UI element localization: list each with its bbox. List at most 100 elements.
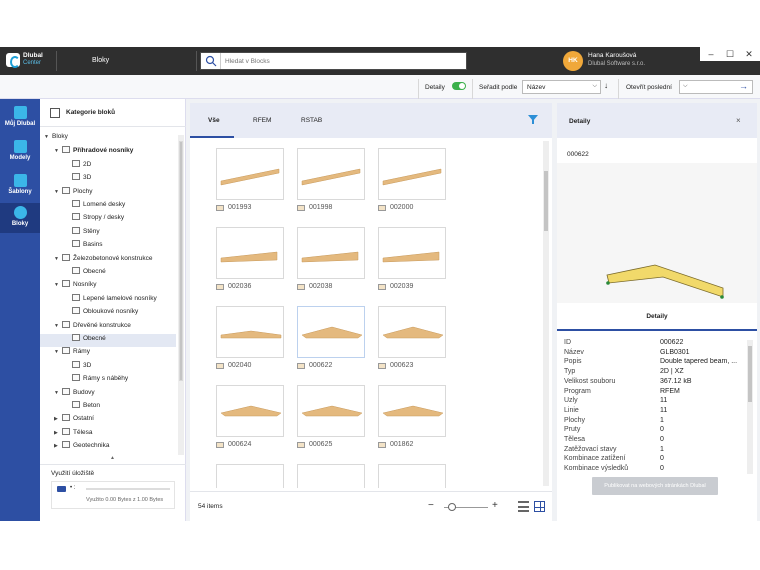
tree-node[interactable]: Basins bbox=[40, 240, 176, 253]
block-card[interactable]: 000624 bbox=[216, 385, 284, 451]
filter-icon[interactable] bbox=[528, 115, 538, 124]
block-card[interactable]: 002038 bbox=[297, 227, 365, 293]
tree-node[interactable]: 2D bbox=[40, 159, 176, 173]
caret-down-icon[interactable]: ▼ bbox=[54, 349, 62, 355]
block-card[interactable]: 002036 bbox=[216, 227, 284, 293]
block-card-partial[interactable] bbox=[297, 464, 365, 488]
block-thumbnail[interactable] bbox=[216, 306, 284, 358]
block-thumbnail[interactable] bbox=[297, 306, 365, 358]
search-button[interactable] bbox=[201, 53, 221, 69]
block-card[interactable]: 000622 bbox=[297, 306, 365, 372]
caret-down-icon[interactable]: ▼ bbox=[44, 134, 52, 140]
breadcrumb[interactable]: Bloky bbox=[92, 57, 109, 64]
tree-node[interactable]: ▶ Geotechnika bbox=[40, 441, 176, 454]
close-detail-button[interactable]: × bbox=[736, 116, 741, 125]
nav-blocks[interactable]: Bloky bbox=[0, 203, 40, 233]
tree-node[interactable]: ▼ Plochy bbox=[40, 186, 176, 200]
caret-right-icon[interactable]: ▶ bbox=[54, 443, 62, 449]
nav-templates[interactable]: Šablony bbox=[0, 171, 40, 203]
block-thumbnail[interactable] bbox=[216, 148, 284, 200]
tree-node[interactable]: Stropy / desky bbox=[40, 213, 176, 226]
nav-my-dlubal[interactable]: Můj Dlubal bbox=[0, 103, 40, 135]
tree-node[interactable]: ▼ Bloky bbox=[40, 133, 176, 146]
tree-node[interactable]: ▼ Dřevěné konstrukce bbox=[40, 320, 176, 334]
caret-down-icon[interactable]: ▼ bbox=[54, 148, 62, 154]
tree-node[interactable]: Lepené lamelové nosníky bbox=[40, 293, 176, 307]
maximize-button[interactable]: ☐ bbox=[723, 47, 737, 61]
block-thumbnail[interactable] bbox=[297, 148, 365, 200]
open-recent-select[interactable]: ⌵ → bbox=[679, 80, 753, 94]
block-thumbnail[interactable] bbox=[297, 464, 365, 488]
tab-all[interactable]: Vše bbox=[208, 117, 220, 124]
caret-right-icon[interactable]: ▶ bbox=[54, 416, 62, 422]
tree-node[interactable]: Obloukové nosníky bbox=[40, 307, 176, 320]
block-thumbnail[interactable] bbox=[216, 227, 284, 279]
tree-node[interactable]: 3D bbox=[40, 173, 176, 186]
tree-node[interactable]: 3D bbox=[40, 360, 176, 374]
block-card-partial[interactable] bbox=[216, 464, 284, 488]
dlubal-logo[interactable]: Dlubal Center bbox=[6, 52, 46, 70]
caret-down-icon[interactable]: ▼ bbox=[54, 189, 62, 195]
caret-right-icon[interactable]: ▶ bbox=[54, 430, 62, 436]
tree-node[interactable]: ▶ Tělesa bbox=[40, 427, 176, 441]
block-thumbnail[interactable] bbox=[216, 385, 284, 437]
block-card[interactable]: 002000 bbox=[378, 148, 446, 214]
user-profile[interactable]: HK Hana Karoušová Dlubal Software s.r.o. bbox=[563, 50, 713, 72]
zoom-out-button[interactable]: − bbox=[428, 500, 434, 511]
details-toggle[interactable] bbox=[452, 82, 466, 90]
block-thumbnail[interactable] bbox=[216, 464, 284, 488]
caret-down-icon[interactable]: ▼ bbox=[54, 390, 62, 396]
tree-node[interactable]: ▼ Nosníky bbox=[40, 280, 176, 293]
block-thumbnail[interactable] bbox=[378, 385, 446, 437]
block-card[interactable]: 002040 bbox=[216, 306, 284, 372]
block-thumbnail[interactable] bbox=[378, 306, 446, 358]
tree-node[interactable]: Lomené desky bbox=[40, 200, 176, 213]
block-thumbnail[interactable] bbox=[378, 464, 446, 488]
nav-models[interactable]: Modely bbox=[0, 137, 40, 169]
tab-rfem[interactable]: RFEM bbox=[253, 117, 271, 124]
block-thumbnail[interactable] bbox=[297, 227, 365, 279]
tree-node[interactable]: Obecné bbox=[40, 334, 176, 347]
tab-rstab[interactable]: RSTAB bbox=[301, 117, 322, 124]
minimize-button[interactable]: – bbox=[704, 47, 718, 61]
block-card[interactable]: 001862 bbox=[378, 385, 446, 451]
caret-down-icon[interactable]: ▼ bbox=[54, 323, 62, 329]
list-view-icon[interactable] bbox=[518, 501, 529, 512]
tree-node[interactable]: ▼ Budovy bbox=[40, 387, 176, 401]
detail-tab[interactable]: Detaily bbox=[557, 303, 757, 331]
tree-scrollbar-thumb[interactable] bbox=[179, 141, 183, 381]
block-preview[interactable] bbox=[557, 163, 757, 303]
close-window-button[interactable]: ✕ bbox=[742, 47, 756, 61]
tree-node[interactable]: Obecné bbox=[40, 267, 176, 280]
tree-node[interactable]: ▼ Rámy bbox=[40, 347, 176, 360]
tree-scrollbar[interactable] bbox=[178, 135, 184, 455]
block-card[interactable]: 001998 bbox=[297, 148, 365, 214]
tree-node[interactable]: Beton bbox=[40, 401, 176, 414]
tree-node[interactable]: ▶ Ostatní bbox=[40, 414, 176, 427]
tree-node[interactable]: ▼ Železobetonové konstrukce bbox=[40, 253, 176, 267]
zoom-in-button[interactable]: + bbox=[492, 500, 498, 511]
property-scrollbar-thumb[interactable] bbox=[748, 346, 752, 402]
property-scrollbar[interactable] bbox=[747, 340, 753, 474]
block-card[interactable]: 000625 bbox=[297, 385, 365, 451]
block-card[interactable]: 002039 bbox=[378, 227, 446, 293]
grid-view-icon[interactable] bbox=[534, 501, 545, 512]
block-card[interactable]: 001993 bbox=[216, 148, 284, 214]
caret-down-icon[interactable]: ▼ bbox=[54, 282, 62, 288]
zoom-slider-handle[interactable] bbox=[448, 503, 457, 511]
tree-node[interactable]: Stěny bbox=[40, 226, 176, 240]
sort-select[interactable]: Název ⌵ bbox=[522, 80, 601, 94]
caret-down-icon[interactable]: ▼ bbox=[54, 256, 62, 262]
publish-button[interactable]: Publikovat na webových stránkách Dlubal bbox=[592, 477, 718, 495]
arrow-right-icon[interactable]: → bbox=[739, 81, 748, 91]
sort-direction-arrow-icon[interactable]: ↓ bbox=[604, 81, 608, 90]
block-card-partial[interactable] bbox=[378, 464, 446, 488]
grid-scrollbar-thumb[interactable] bbox=[544, 171, 548, 231]
grid-scrollbar[interactable] bbox=[543, 141, 549, 486]
tree-node[interactable]: ▼ Příhradové nosníky bbox=[40, 146, 176, 159]
block-thumbnail[interactable] bbox=[378, 227, 446, 279]
tree-node[interactable]: Rámy s náběhy bbox=[40, 374, 176, 387]
block-card[interactable]: 000623 bbox=[378, 306, 446, 372]
tree-scroll-up-icon[interactable]: ▲ bbox=[110, 455, 115, 461]
block-thumbnail[interactable] bbox=[378, 148, 446, 200]
